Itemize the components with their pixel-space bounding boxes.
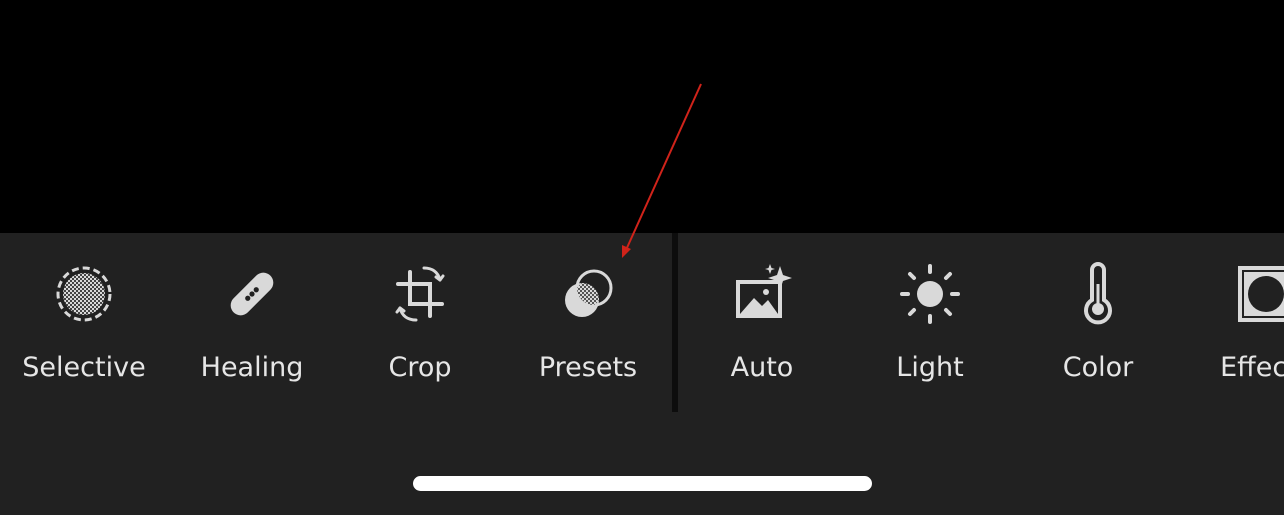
tool-label: Crop [388,352,452,383]
tool-auto[interactable]: Auto [682,262,842,392]
selective-icon [52,262,116,326]
tool-healing[interactable]: Healing [172,262,332,392]
tool-crop[interactable]: Crop [340,262,500,392]
tool-label: Selective [22,352,146,383]
home-indicator[interactable] [413,476,872,491]
photo-canvas[interactable] [0,0,1284,233]
tool-color[interactable]: Color [1018,262,1178,392]
toolbar-divider [672,233,678,412]
tool-presets[interactable]: Presets [508,262,668,392]
bandage-icon [220,262,284,326]
thermometer-icon [1066,262,1130,326]
tool-label: Auto [730,352,794,383]
tool-light[interactable]: Light [850,262,1010,392]
tool-label: Healing [200,352,304,383]
tool-label: Presets [538,352,638,383]
crop-rotate-icon [388,262,452,326]
vignette-icon [1234,262,1284,326]
auto-image-sparkle-icon [730,262,794,326]
tool-effects[interactable]: Effects [1186,262,1284,392]
screen: Selective Healing Crop Presets Auto Ligh… [0,0,1284,515]
presets-icon [556,262,620,326]
tool-label: Light [896,352,964,383]
tool-label: Effects [1220,352,1284,383]
tool-label: Color [1062,352,1134,383]
tool-selective[interactable]: Selective [4,262,164,392]
sun-icon [898,262,962,326]
